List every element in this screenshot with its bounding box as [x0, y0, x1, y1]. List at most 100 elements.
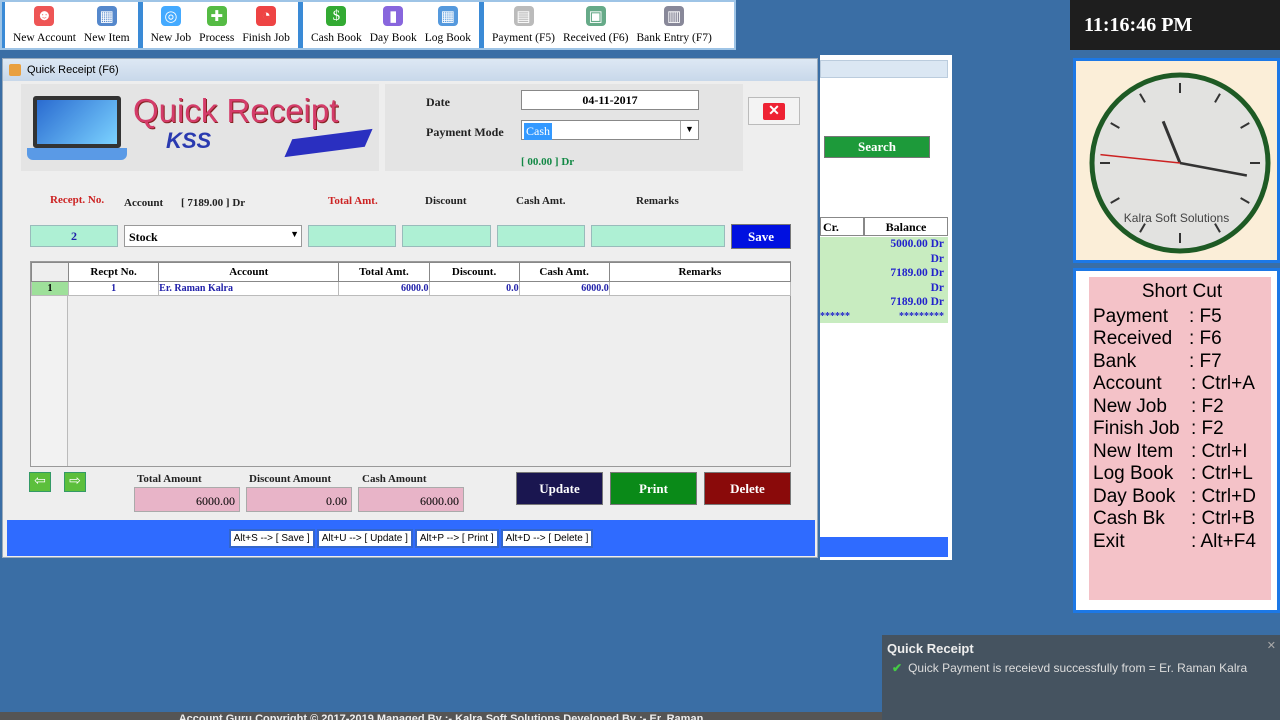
discount-amount-label: Discount Amount	[249, 473, 332, 485]
toolbar-new-item-button[interactable]: ▦ New Item	[80, 2, 134, 48]
recpt-no-field[interactable]: 2	[30, 225, 118, 247]
shortcut-item: Account: Ctrl+A	[1093, 373, 1255, 394]
total-amt-label: Total Amt.	[328, 195, 378, 207]
balance-list: 5000.00 Dr Dr 7189.00 Dr Dr 7189.00 Dr ******…	[820, 237, 948, 323]
notification-toast: Quick Receipt ✔ Quick Payment is receievd…	[882, 635, 1280, 720]
puzzle-icon: ✚	[206, 6, 227, 26]
toolbar-day-book-button[interactable]: ▮ Day Book	[366, 2, 421, 48]
balance-value: 7189.00 Dr	[890, 267, 944, 279]
balance-header: Balance	[864, 217, 948, 236]
cart-icon: ▦	[96, 6, 117, 26]
remarks-field[interactable]	[591, 225, 725, 247]
toolbar-payment-f5-button[interactable]: ▤ Payment (F5)	[488, 2, 559, 48]
toolbar-process-button[interactable]: ✚ Process	[195, 2, 238, 48]
grid-header: Discount.	[428, 262, 520, 282]
account-label: Account	[124, 197, 164, 209]
analog-clock	[1089, 72, 1271, 254]
analog-clock-panel: Kalra Soft Solutions	[1073, 58, 1280, 263]
balance-value: Dr	[930, 252, 944, 265]
cash-amount-label: Cash Amount	[362, 473, 427, 485]
hotkey-hint[interactable]: Alt+S --> [ Save ]	[228, 528, 315, 548]
cr-header: Cr.	[820, 217, 864, 236]
shortcut-item: Day Book: Ctrl+D	[1093, 485, 1256, 507]
grid-header: Cash Amt.	[518, 262, 610, 282]
save-button[interactable]: Save	[731, 224, 791, 249]
money-icon: ▣	[585, 6, 606, 26]
users-icon: ☻	[34, 6, 55, 26]
delete-button[interactable]: Delete	[704, 472, 791, 505]
account-select[interactable]: Stock ▼	[124, 225, 302, 247]
shortcut-item: Log Book: Ctrl+L	[1093, 463, 1253, 484]
book-icon: ▮	[383, 6, 404, 26]
toolbar-group: ▤ Payment (F5) ▣ Received (F6) ▥ Bank Entry (…	[479, 2, 720, 48]
next-arrow-icon[interactable]: ⇨	[64, 472, 86, 492]
grid-header: Total Amt.	[338, 262, 430, 282]
discount-field[interactable]	[402, 225, 491, 247]
recpt-no-label: Recept. No.	[50, 194, 105, 206]
shortcut-item: Payment: F5	[1093, 305, 1222, 327]
payment-mode-label: Payment Mode	[426, 125, 504, 139]
print-button[interactable]: Print	[610, 472, 697, 505]
check-icon: ✔	[892, 661, 903, 675]
shortcut-panel: Short Cut Payment: F5 Received: F6 Bank: F…	[1089, 277, 1271, 600]
search-button[interactable]: Search	[824, 136, 930, 158]
table-row[interactable]: 1 1 Er. Raman Kalra 6000.0 0.0 6000.0	[30, 281, 792, 296]
close-button[interactable]: ✕	[748, 97, 800, 125]
shortcut-item: New Item: Ctrl+I	[1093, 440, 1248, 462]
shortcut-item: Finish Job: F2	[1093, 418, 1224, 439]
toolbar-new-account-button[interactable]: ☻ New Account	[9, 2, 80, 48]
main-toolbar: ☻ New Account ▦ New Item ◎ New Job ✚ Process ◔ Fi…	[0, 0, 736, 50]
account-balance: [ 7189.00 ] Dr	[181, 197, 246, 209]
calendar-icon: ▦	[437, 6, 458, 26]
shortcut-item: Cash Bk: Ctrl+B	[1093, 508, 1255, 529]
close-icon: ✕	[763, 102, 785, 120]
toolbar-new-job-button[interactable]: ◎ New Job	[147, 2, 196, 48]
close-icon[interactable]: ✕	[1267, 639, 1276, 652]
receipt-grid: Recpt No. Account Total Amt. Discount. Cash …	[30, 261, 792, 467]
grid-header: Remarks	[608, 262, 792, 282]
dollar-icon: $	[326, 6, 347, 26]
cash-amt-label: Cash Amt.	[516, 195, 566, 207]
toolbar-cash-book-button[interactable]: $ Cash Book	[307, 2, 366, 48]
footer: Account Guru Copyright © 2017-2019 Manag…	[0, 712, 882, 720]
toolbar-finish-job-button[interactable]: ◔ Finish Job	[238, 2, 294, 48]
total-amount-value: 6000.00	[134, 487, 240, 512]
hotkey-hint[interactable]: Alt+U --> [ Update ]	[316, 528, 413, 548]
quick-receipt-window: Quick Receipt (F6) Quick Receipt KSS Dat…	[2, 58, 818, 558]
payment-mode-select[interactable]: Cash ▼	[521, 120, 699, 140]
clock-caption: Kalra Soft Solutions	[1123, 211, 1230, 225]
toolbar-bank-entry-f7-button[interactable]: ▥ Bank Entry (F7)	[632, 2, 715, 48]
toolbar-log-book-button[interactable]: ▦ Log Book	[421, 2, 475, 48]
date-label: Date	[426, 95, 450, 109]
pie-icon: ◔	[256, 6, 277, 26]
balance-value: 7189.00 Dr	[890, 296, 944, 308]
app-icon	[9, 64, 21, 76]
atm-icon: ▥	[664, 6, 685, 26]
chevron-down-icon[interactable]: ▼	[290, 229, 299, 239]
cash-amt-field[interactable]	[497, 225, 585, 247]
toast-title: Quick Receipt	[887, 641, 974, 656]
mode-balance: [ 00.00 ] Dr	[521, 156, 575, 168]
previous-arrow-icon[interactable]: ⇦	[29, 472, 51, 492]
shortcut-item: Exit: Alt+F4	[1093, 530, 1256, 552]
remarks-label: Remarks	[636, 195, 679, 207]
balance-value: Dr	[930, 281, 944, 294]
total-amt-field[interactable]	[308, 225, 396, 247]
grid-header: Recpt No.	[68, 262, 160, 282]
chevron-down-icon[interactable]: ▼	[680, 121, 698, 139]
digital-clock: 11:16:46 PM	[1070, 0, 1280, 50]
hotkey-hint[interactable]: Alt+D --> [ Delete ]	[500, 528, 594, 548]
hotkey-hint[interactable]: Alt+P --> [ Print ]	[414, 528, 499, 548]
update-button[interactable]: Update	[516, 472, 603, 505]
grid-header: Account	[158, 262, 340, 282]
balance-value: 5000.00 Dr	[890, 238, 944, 250]
toolbar-received-f6-button[interactable]: ▣ Received (F6)	[559, 2, 632, 48]
discount-label: Discount	[425, 195, 467, 207]
window-title: Quick Receipt (F6)	[3, 59, 817, 81]
quick-receipt-logo: Quick Receipt KSS	[21, 84, 379, 171]
toolbar-group: $ Cash Book ▮ Day Book ▦ Log Book	[297, 2, 479, 48]
shortcut-item: Bank: F7	[1093, 350, 1222, 372]
toolbar-group: ◎ New Job ✚ Process ◔ Finish Job	[137, 2, 298, 48]
date-field[interactable]: 04-11-2017	[521, 90, 699, 110]
total-amount-label: Total Amount	[137, 473, 202, 485]
